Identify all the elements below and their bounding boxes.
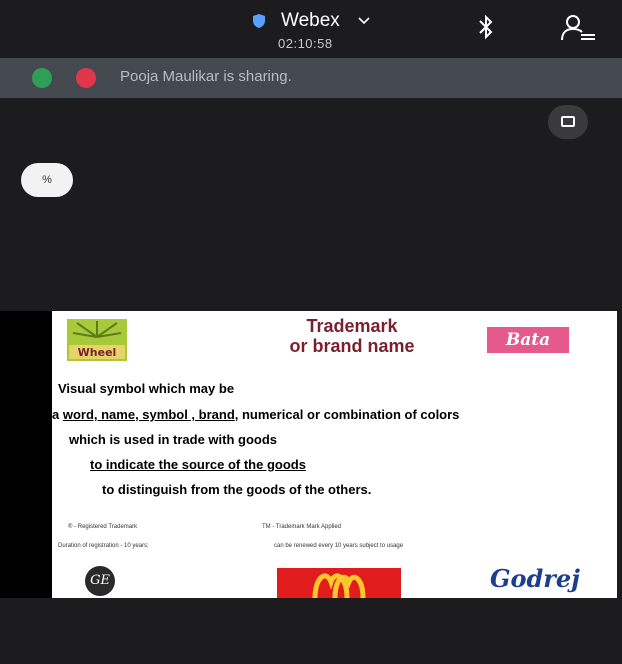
slide-line-1: Visual symbol which may be — [58, 381, 235, 396]
line-2-underlined: word, name, symbol , brand — [62, 407, 235, 422]
bottom-area — [0, 598, 622, 664]
slide-line-3: which is used in trade with goods — [69, 432, 278, 447]
bata-logo: Bata — [487, 327, 569, 353]
share-left-margin — [0, 311, 52, 598]
slide-line-2: a word, name, symbol , brand, numerical … — [52, 407, 459, 422]
app-title: Webex — [281, 10, 340, 31]
note-duration: Duration of registration - 10 years; — [58, 543, 149, 549]
wheel-logo-text: Wheel — [78, 346, 117, 359]
godrej-logo: Godrej — [490, 564, 580, 593]
wheel-logo: Wheel — [67, 319, 127, 361]
slide-line-4: to indicate the source of the goods — [90, 457, 306, 472]
line-2-suffix: , numerical or combination of colors — [234, 407, 460, 422]
note-registered: ® - Registered Trademark — [68, 524, 138, 530]
pip-icon — [561, 116, 575, 127]
participants-icon[interactable] — [559, 14, 597, 42]
note-renewal: can be renewed every 10 years subject to… — [274, 543, 404, 549]
mcdonalds-logo — [277, 568, 401, 598]
sharing-status-text: Pooja Maulikar is sharing. — [120, 68, 292, 85]
slide-title: Trademark or brand name — [232, 316, 472, 356]
ge-logo: GE — [85, 566, 115, 596]
slide-title-line2: or brand name — [289, 336, 415, 356]
shared-slide: Wheel Trademark or brand name Bata Visua… — [52, 311, 617, 598]
audio-status-dot[interactable] — [32, 68, 52, 88]
sharing-banner: Pooja Maulikar is sharing. — [0, 58, 622, 98]
slide-line-5: to distinguish from the goods of the oth… — [102, 482, 372, 497]
line-2-prefix: a — [52, 407, 63, 422]
meeting-timer: 02:10:58 — [278, 36, 333, 51]
shield-icon — [253, 14, 265, 28]
participant-avatar[interactable]: % — [21, 163, 73, 197]
note-trademark-applied: TM - Trademark Mark Applied — [262, 524, 342, 530]
pip-button[interactable] — [548, 105, 588, 139]
top-bar: Webex 02:10:58 — [0, 0, 622, 58]
chevron-down-icon — [358, 17, 370, 25]
meeting-title-dropdown[interactable]: Webex 02:10:58 — [253, 8, 403, 52]
video-status-dot[interactable] — [76, 68, 96, 88]
slide-title-line1: Trademark — [306, 316, 398, 336]
bluetooth-icon[interactable] — [476, 14, 496, 40]
